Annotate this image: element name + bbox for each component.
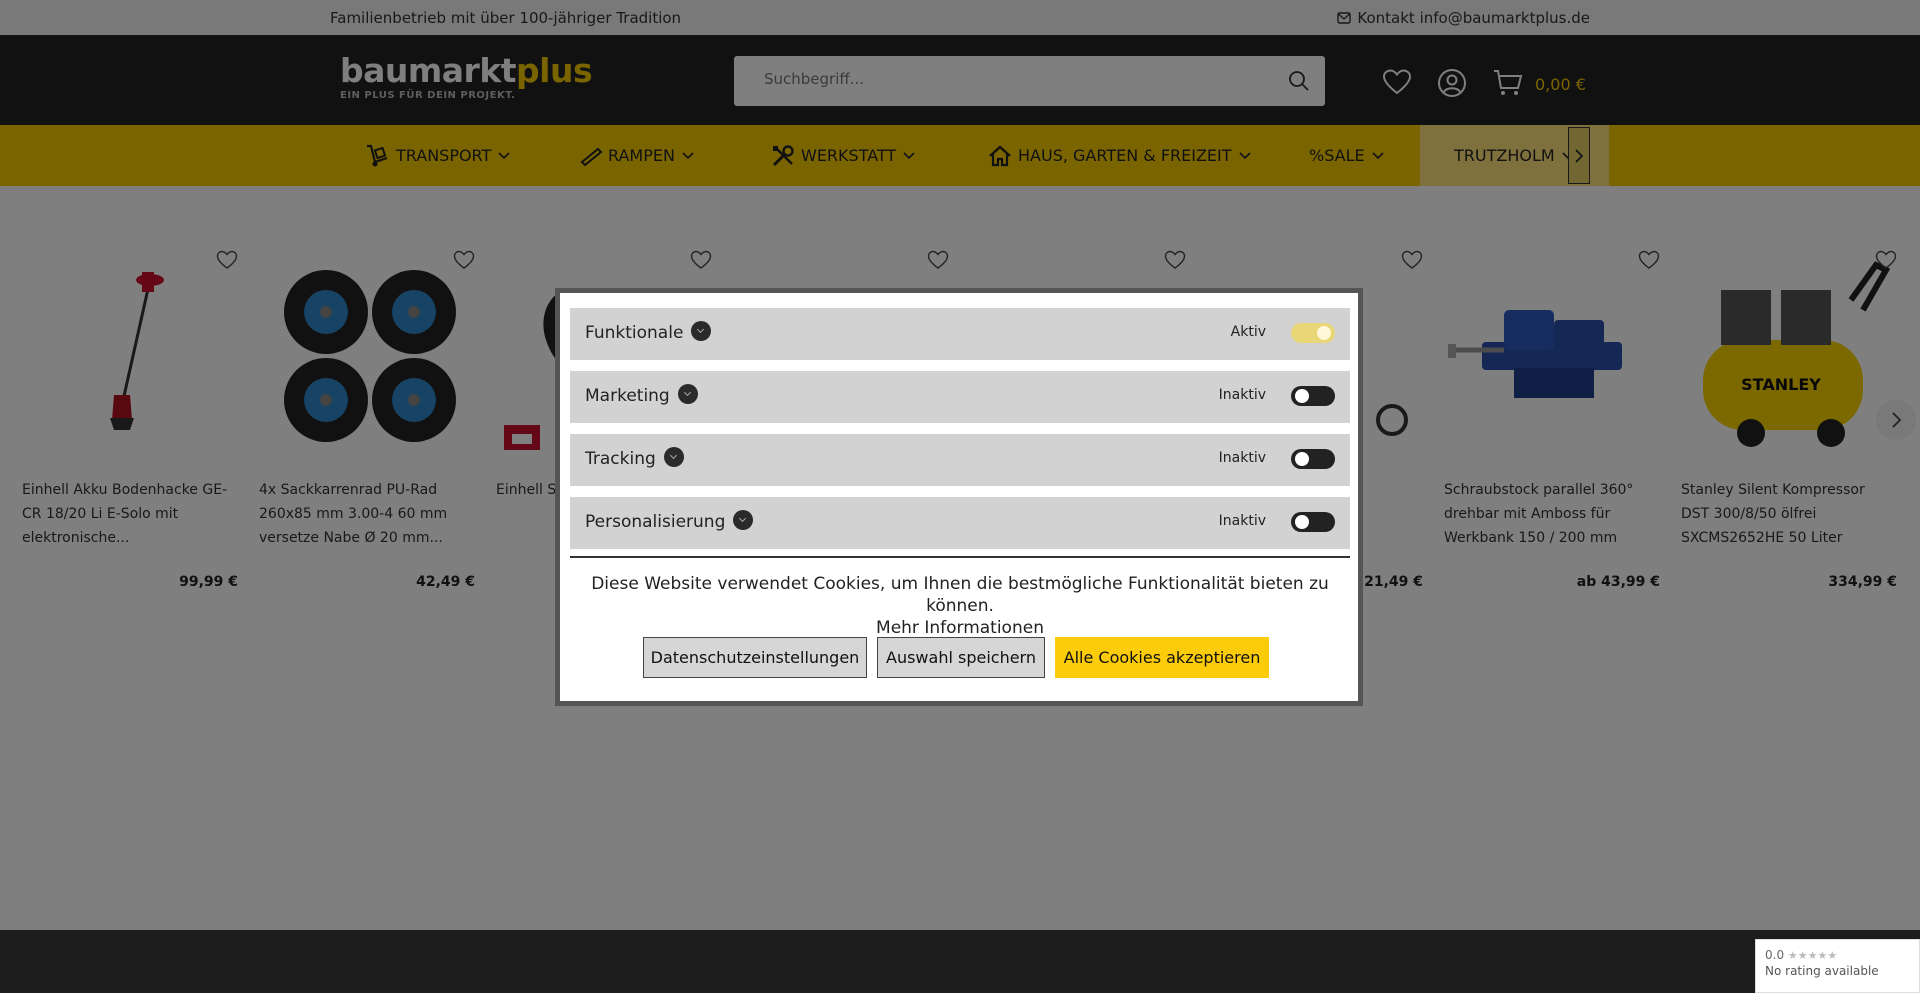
category-status: Inaktiv [1218,513,1266,529]
category-status: Inaktiv [1218,387,1266,403]
cookie-category-marketing: Marketing Inaktiv [570,371,1350,423]
rating-stars: ★★★★★ [1787,949,1838,962]
info-icon[interactable] [677,384,698,404]
accept-all-cookies-button[interactable]: Alle Cookies akzeptieren [1055,637,1269,678]
cookie-category-tracking: Tracking Inaktiv [570,434,1350,486]
more-info-link[interactable]: Mehr Informationen [570,617,1350,639]
cookie-consent-modal: Funktionale Aktiv Marketing Inaktiv Trac… [555,288,1363,706]
cookie-description: Diese Website verwendet Cookies, um Ihne… [570,573,1350,639]
divider [570,556,1350,558]
category-toggle[interactable] [1291,449,1335,469]
category-name: Marketing [585,384,698,406]
category-name: Funktionale [585,321,712,343]
rating-score: 0.0 [1765,948,1785,962]
category-toggle[interactable] [1291,386,1335,406]
save-selection-button[interactable]: Auswahl speichern [877,637,1045,678]
category-toggle[interactable] [1291,323,1335,343]
info-icon[interactable] [733,510,754,530]
info-icon[interactable] [663,447,684,467]
category-status: Aktiv [1230,324,1266,340]
category-status: Inaktiv [1218,450,1266,466]
rating-widget[interactable]: 0.0 ★★★★★ No rating available [1755,939,1920,993]
category-name: Personalisierung [585,510,754,532]
cookie-category-funktionale: Funktionale Aktiv [570,308,1350,360]
privacy-settings-button[interactable]: Datenschutzeinstellungen [643,637,867,678]
info-icon[interactable] [691,321,712,341]
rating-text: No rating available [1765,964,1879,978]
category-name: Tracking [585,447,684,469]
cookie-category-personalisierung: Personalisierung Inaktiv [570,497,1350,549]
category-toggle[interactable] [1291,512,1335,532]
